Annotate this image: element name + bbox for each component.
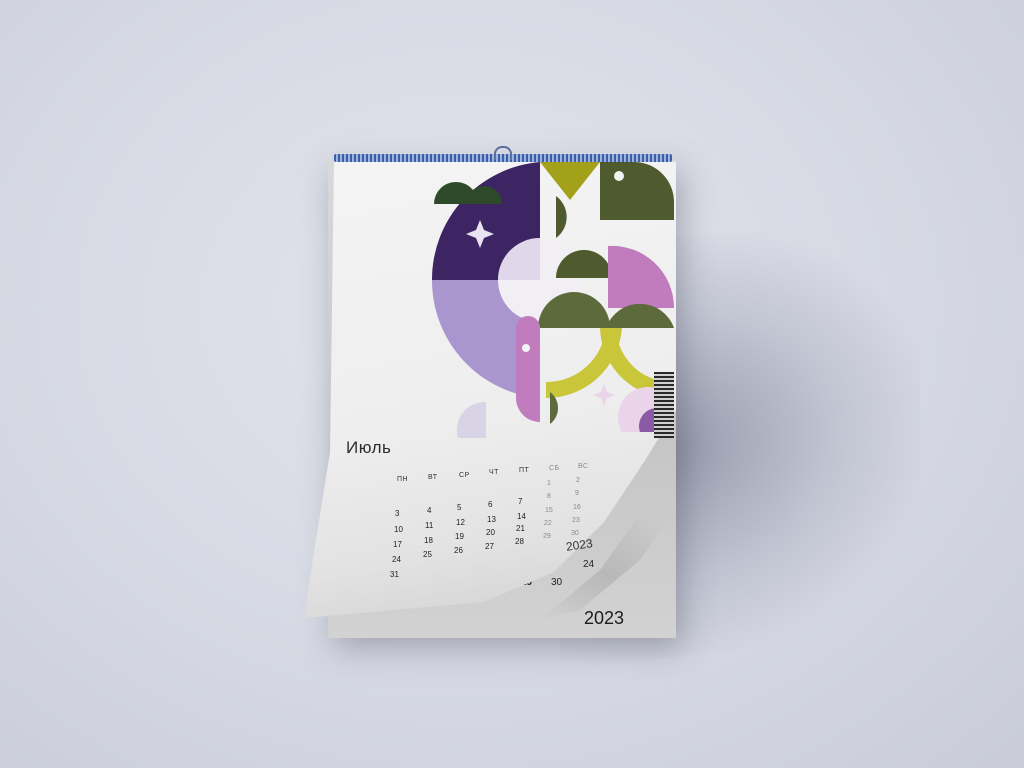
calendar-day: 3: [395, 509, 400, 518]
calendar-day: 13: [487, 515, 496, 524]
back-page-date: 24: [583, 559, 595, 570]
calendar-day: 29: [543, 533, 551, 540]
weekday-label: ВТ: [428, 474, 438, 481]
calendar-day: 25: [423, 550, 432, 559]
calendar-day: 21: [516, 524, 525, 533]
pink-drop-dot: [522, 344, 530, 352]
calendar-day: 5: [457, 503, 462, 512]
month-title: Июль: [346, 438, 392, 457]
pink-drop-shape: [516, 316, 540, 422]
calendar-day: 1: [547, 480, 551, 487]
small-sparkle-icon: [593, 384, 615, 406]
calendar-day: 23: [572, 517, 580, 524]
pink-quarter-circle: [608, 245, 675, 308]
calendar-day: 18: [424, 536, 433, 545]
calendar-day: 7: [518, 497, 523, 506]
calendar-day: 28: [515, 537, 524, 546]
calendar-day: 6: [488, 500, 493, 509]
calendar-day: 19: [455, 532, 464, 541]
calendar-day: 11: [425, 521, 434, 530]
calendar-day: 24: [392, 555, 401, 564]
olive-half-circle: [556, 196, 567, 238]
calendar-day: 8: [547, 493, 551, 500]
calendar-day: 10: [394, 525, 403, 534]
calendar-day: 9: [575, 490, 579, 497]
mustard-triangle: [540, 162, 600, 200]
weekday-label-weekend: СБ: [549, 465, 560, 472]
calendar-day: 30: [571, 530, 579, 537]
calendar-day: 12: [456, 518, 465, 527]
weekday-label: СР: [459, 472, 470, 479]
geometric-artwork: [431, 162, 675, 438]
weekday-label: ПН: [397, 476, 409, 483]
calendar-day: 31: [390, 570, 399, 579]
olive-block: [600, 162, 674, 220]
calendar-day: 15: [545, 507, 553, 514]
calendar-day: 2: [576, 477, 580, 484]
weekday-label: ПТ: [519, 467, 530, 474]
weekday-label-weekend: ВС: [578, 463, 589, 470]
calendar-day: 16: [573, 504, 581, 511]
calendar-day: 27: [485, 542, 494, 551]
hanging-hook: [494, 146, 512, 160]
back-page-year: 2023: [584, 608, 625, 628]
back-page-date: 30: [551, 577, 563, 588]
calendar-day: 26: [454, 546, 463, 555]
calendar-day: 22: [544, 520, 552, 527]
calendar-day: 20: [486, 528, 495, 537]
calendar-day: 17: [393, 540, 402, 549]
calendar-day: 14: [517, 512, 526, 521]
weekday-label: ЧТ: [489, 469, 499, 476]
lilac-leaf: [456, 401, 486, 438]
olive-block-dot: [614, 171, 624, 181]
calendar-day: 4: [427, 506, 432, 515]
